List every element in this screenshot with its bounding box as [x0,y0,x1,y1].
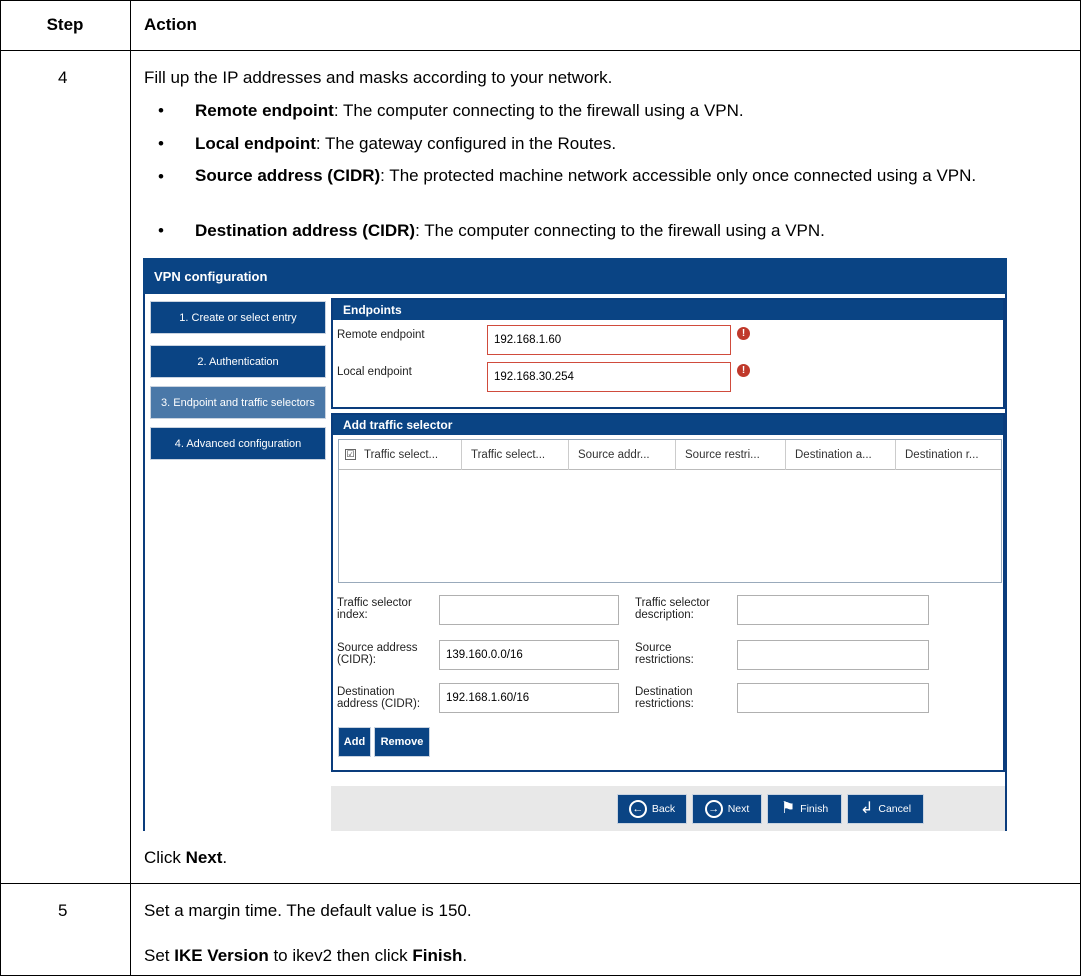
nav-advanced-configuration[interactable]: 4. Advanced configuration [150,427,326,460]
row-5-ike-version: Set IKE Version to ikev2 then click Fini… [144,946,468,965]
traffic-grid-header: ☑ Traffic select... Traffic select... So… [339,440,1001,470]
source-restrictions-label: Source restrictions: [635,642,694,666]
column-source-address[interactable]: Source addr... [569,440,676,470]
bullet-local-endpoint: Local endpoint: The gateway configured i… [195,134,617,153]
next-label: Next [727,803,750,815]
add-traffic-selector-button[interactable]: Add [338,727,371,757]
back-label: Back [651,803,676,815]
table-border-left [0,0,1,976]
destination-address-input[interactable]: 192.168.1.60/16 [439,683,619,713]
remote-endpoint-input[interactable]: 192.168.1.60 [487,325,731,355]
source-restrictions-input[interactable] [737,640,929,670]
local-endpoint-label: Local endpoint [337,366,412,378]
traffic-selector-heading: Add traffic selector [333,415,1003,435]
nav-endpoint-traffic-selectors[interactable]: 3. Endpoint and traffic selectors [150,386,326,419]
next-arrow-icon: → [704,800,723,818]
endpoints-section: Endpoints Remote endpoint 192.168.1.60 !… [331,298,1005,409]
wizard-nav-panel: 1. Create or select entry 2. Authenticat… [143,294,331,831]
bullet-source-address: Source address (CIDR): The protected mac… [195,166,977,185]
bullet-marker: • [158,101,164,120]
nav-authentication[interactable]: 2. Authentication [150,345,326,378]
back-button[interactable]: ← Back [617,794,687,824]
cancel-exit-icon: ↲ [859,800,874,817]
column-destination-restrictions[interactable]: Destination r... [896,440,1001,470]
next-button[interactable]: → Next [692,794,762,824]
column-traffic-selector-index[interactable]: Traffic select... [355,440,462,470]
traffic-selector-description-input[interactable] [737,595,929,625]
local-endpoint-error-icon: ! [737,364,750,377]
cancel-button[interactable]: ↲ Cancel [847,794,924,824]
source-address-label: Source address (CIDR): [337,642,418,666]
column-destination-address[interactable]: Destination a... [786,440,896,470]
row-4-step: 4 [58,68,68,87]
nav-create-select-entry[interactable]: 1. Create or select entry [150,301,326,334]
source-address-input[interactable]: 139.160.0.0/16 [439,640,619,670]
finish-button[interactable]: ⚑ Finish [767,794,842,824]
traffic-selector-index-input[interactable] [439,595,619,625]
column-traffic-selector-description[interactable]: Traffic select... [462,440,569,470]
destination-restrictions-label: Destination restrictions: [635,686,694,710]
remove-traffic-selector-button[interactable]: Remove [374,727,430,757]
remote-endpoint-error-icon: ! [737,327,750,340]
bullet-marker: • [158,221,164,240]
table-header-divider [0,50,1081,51]
vpn-window-title: VPN configuration [143,258,1007,294]
step-table: Step Action 4 Fill up the IP addresses a… [0,0,1081,976]
bullet-marker: • [158,167,164,186]
back-arrow-icon: ← [628,800,647,818]
header-action: Action [144,15,197,34]
remote-endpoint-label: Remote endpoint [337,329,425,341]
traffic-selector-grid[interactable]: ☑ Traffic select... Traffic select... So… [338,439,1002,583]
bullet-destination-address: Destination address (CIDR): The computer… [195,221,825,240]
traffic-selector-description-label: Traffic selector description: [635,597,710,621]
row-5-step: 5 [58,901,68,920]
row-4-intro: Fill up the IP addresses and masks accor… [144,68,613,87]
row-4-click-next: Click Next. [144,848,228,867]
table-column-divider [130,0,131,976]
bullet-remote-endpoint: Remote endpoint: The computer connecting… [195,101,744,120]
endpoints-heading: Endpoints [333,300,1003,320]
column-source-restrictions[interactable]: Source restri... [676,440,786,470]
header-step: Step [46,15,84,34]
vpn-configuration-window: VPN configuration 1. Create or select en… [143,258,1007,831]
traffic-selector-section: Add traffic selector ☑ Traffic select...… [331,413,1005,772]
destination-address-label: Destination address (CIDR): [337,686,421,710]
table-row-divider [0,883,1081,884]
cancel-label: Cancel [878,803,912,815]
destination-restrictions-input[interactable] [737,683,929,713]
checkered-flag-icon: ⚑ [780,800,796,817]
bullet-marker: • [158,134,164,153]
finish-label: Finish [800,803,829,815]
wizard-footer: ← Back → Next ⚑ Finish ↲ Cancel [331,786,1005,831]
traffic-selector-index-label: Traffic selector index: [337,597,412,621]
row-5-margin-time: Set a margin time. The default value is … [144,901,472,920]
local-endpoint-input[interactable]: 192.168.30.254 [487,362,731,392]
